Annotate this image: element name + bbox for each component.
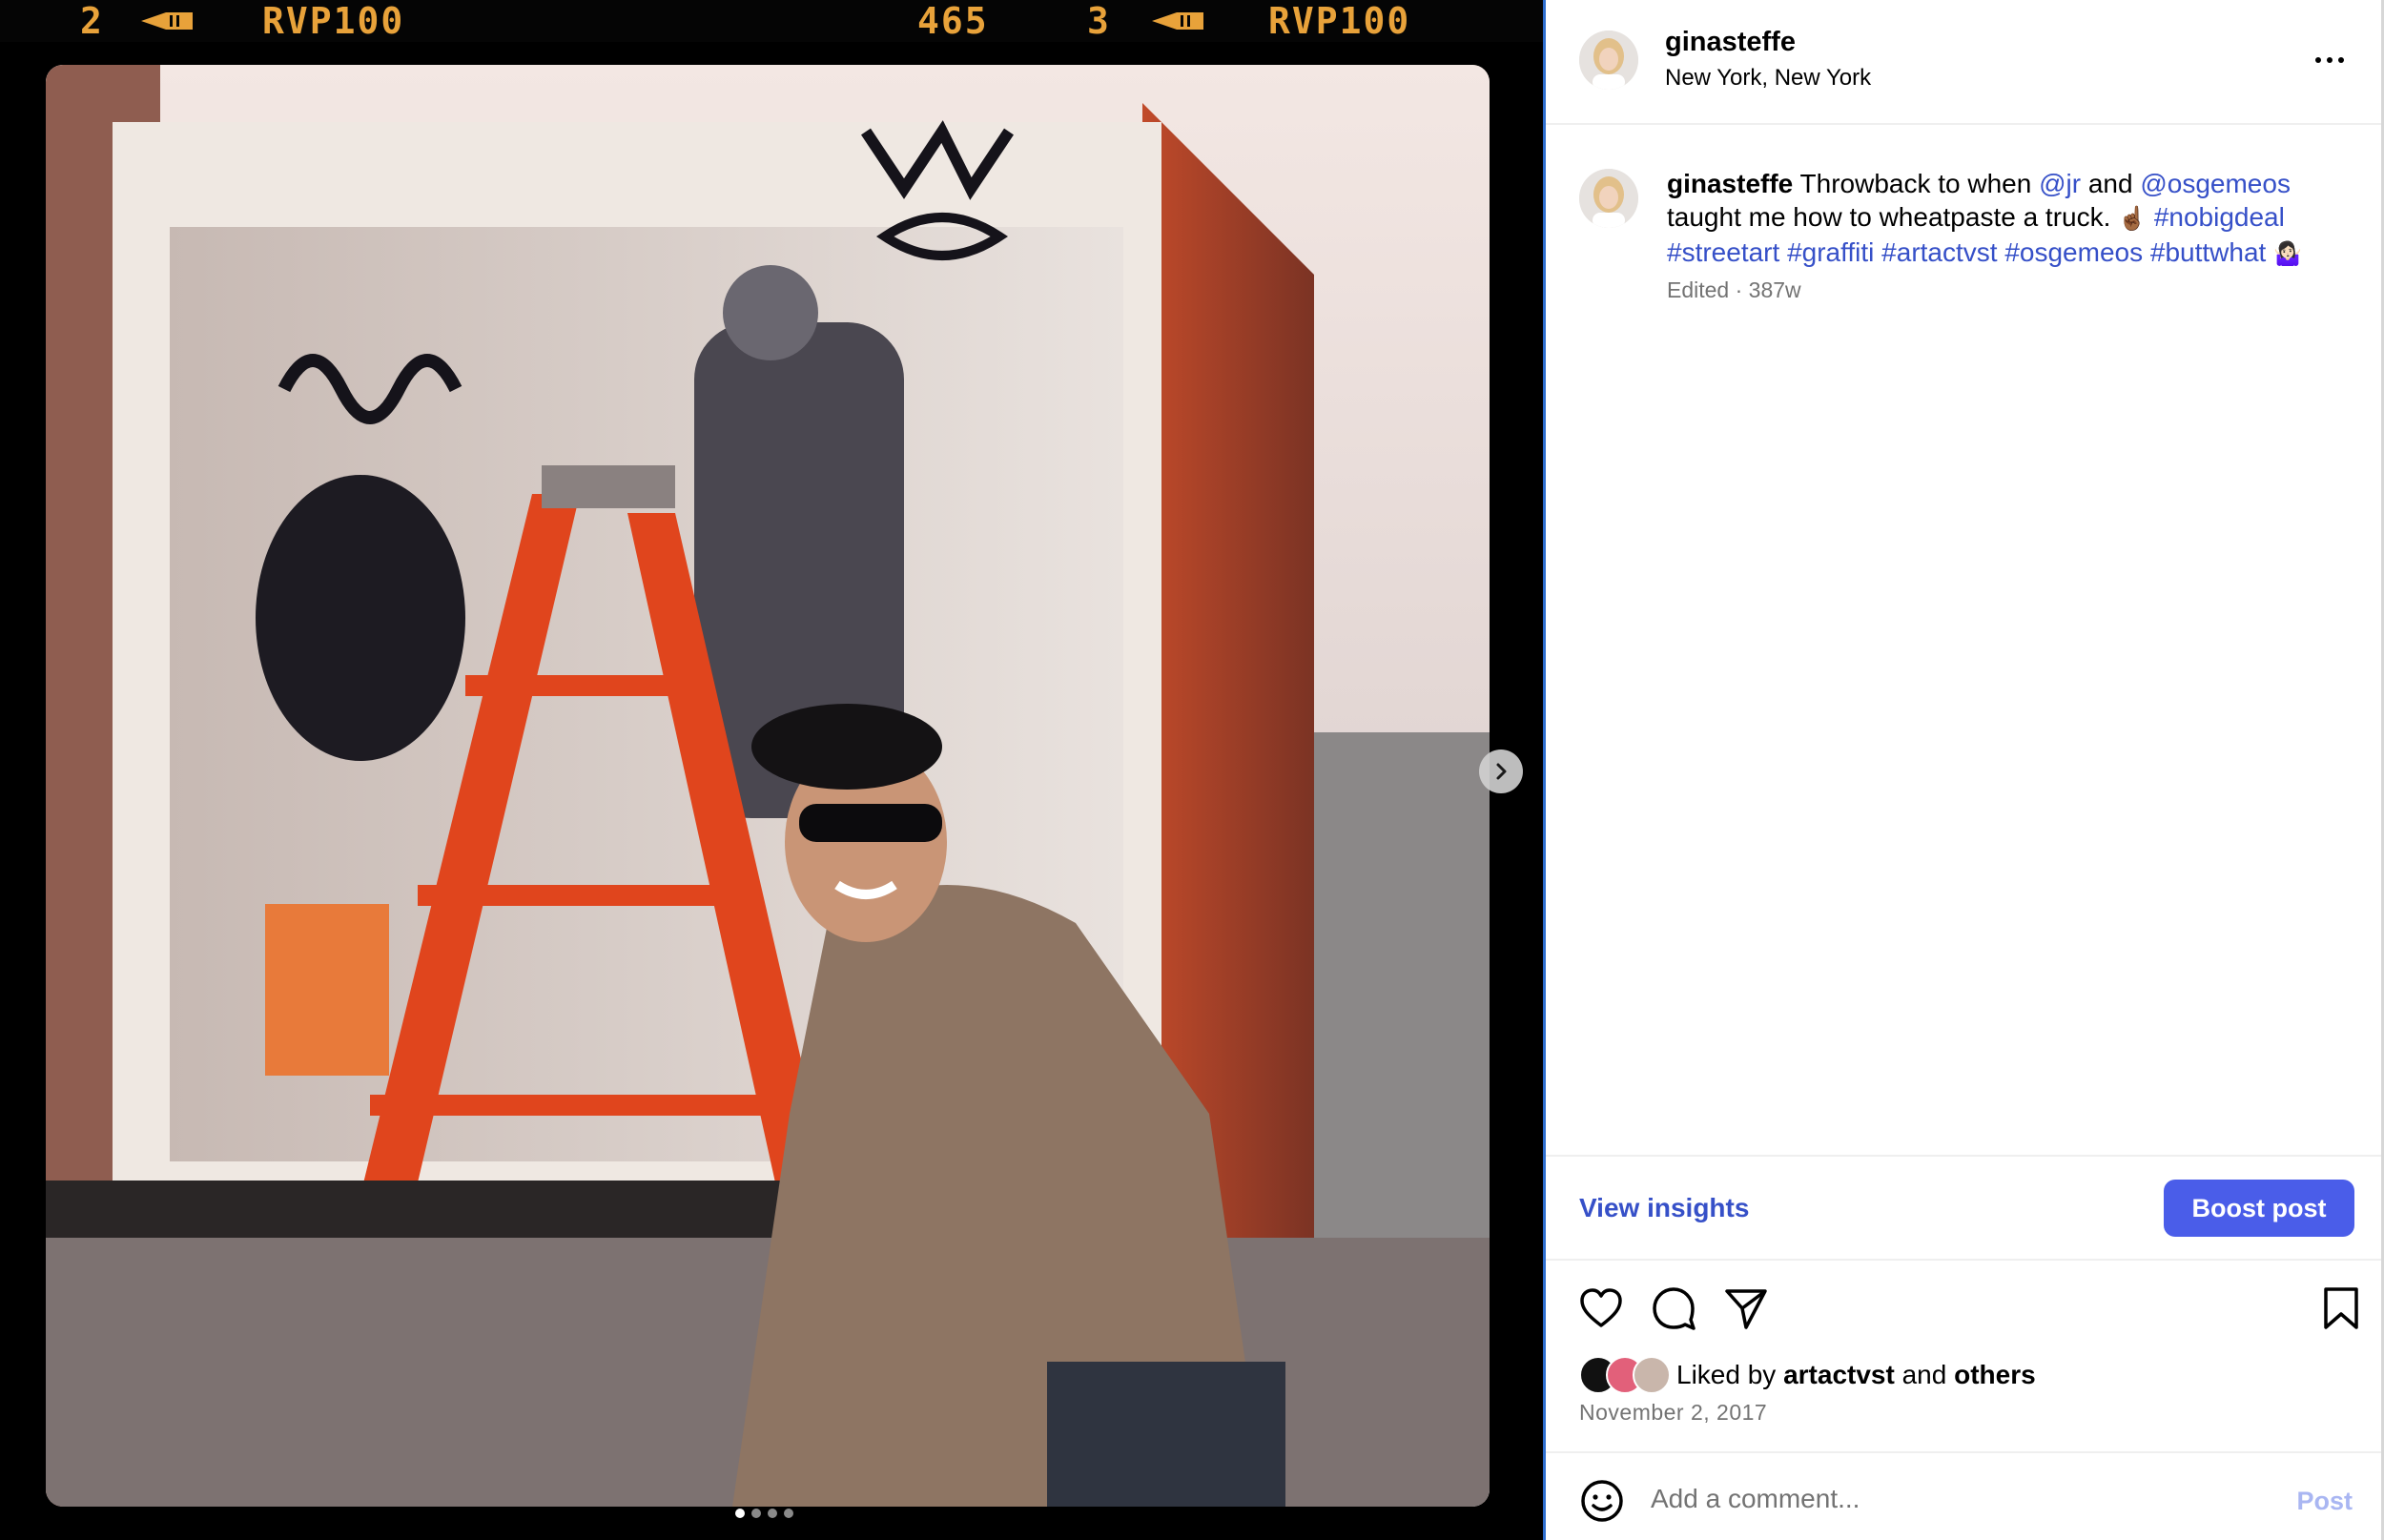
heart-icon[interactable] — [1576, 1283, 1626, 1333]
shrug-emoji: 🤷🏻‍♀️ — [2273, 240, 2302, 267]
liker-avatar — [1633, 1356, 1671, 1394]
film-arrow-icon — [1152, 12, 1203, 30]
emoji-icon[interactable] — [1579, 1478, 1625, 1524]
carousel-dot — [751, 1509, 761, 1518]
carousel-dot — [768, 1509, 777, 1518]
mention-link[interactable]: @jr — [2039, 169, 2081, 198]
view-insights-link[interactable]: View insights — [1579, 1193, 1749, 1223]
more-options-button[interactable] — [2307, 46, 2353, 74]
liked-by-user[interactable]: artactvst — [1783, 1360, 1895, 1389]
film-strip: 2 RVP100 465 3 RVP100 — [0, 0, 1543, 42]
liked-by-others[interactable]: others — [1954, 1360, 2036, 1389]
caption-username[interactable]: ginasteffe — [1667, 169, 1793, 198]
film-frame-number-left: 2 — [80, 0, 104, 42]
hashtag-link[interactable]: #osgemeos — [2004, 237, 2143, 267]
insights-bar: View insights Boost post — [1546, 1155, 2381, 1261]
hashtag-link[interactable]: #streetart — [1667, 237, 1779, 267]
caption-text: and — [2081, 169, 2141, 198]
boost-post-button[interactable]: Boost post — [2164, 1180, 2354, 1237]
chevron-right-icon — [1496, 763, 1507, 780]
hashtag-link[interactable]: #artactvst — [1881, 237, 1997, 267]
post-header: ginasteffe New York, New York — [1546, 0, 2381, 125]
carousel-dot-active — [735, 1509, 745, 1518]
avatar-image — [1579, 31, 1638, 90]
film-arrow-icon — [141, 12, 193, 30]
instagram-post-modal: 2 RVP100 465 3 RVP100 ginasteffe New Yor… — [0, 0, 2384, 1540]
hashtag-link[interactable]: #buttwhat — [2150, 237, 2266, 267]
share-icon[interactable] — [1721, 1283, 1771, 1333]
caption-meta: Edited · 387w — [1667, 277, 1801, 302]
caption-text: taught me how to wheatpaste a truck. — [1667, 202, 2119, 232]
post-media: 2 RVP100 465 3 RVP100 — [0, 0, 1543, 1540]
more-horizontal-icon — [2327, 57, 2333, 63]
caption-text: Throwback to when — [1793, 169, 2040, 198]
header-location[interactable]: New York, New York — [1665, 65, 1871, 92]
film-frame-number-right: 3 — [1087, 0, 1111, 42]
film-code-left: RVP100 — [262, 0, 405, 42]
post-actions: Liked by artactvst and others November 2… — [1546, 1261, 2381, 1451]
post-date[interactable]: November 2, 2017 — [1579, 1400, 1767, 1426]
liked-by-text: Liked by artactvst and others — [1676, 1360, 2036, 1390]
comment-bar: Post — [1546, 1451, 2381, 1540]
more-horizontal-icon — [2338, 57, 2344, 63]
more-horizontal-icon — [2315, 57, 2321, 63]
post-photo[interactable] — [46, 65, 1490, 1507]
hashtag-link[interactable]: #nobigdeal — [2154, 202, 2285, 232]
liked-by-prefix: Liked by — [1676, 1360, 1784, 1389]
post-details-panel: ginasteffe New York, New York ginasteffe… — [1543, 0, 2384, 1540]
film-code-right: RVP100 — [1268, 0, 1411, 42]
profile-avatar[interactable] — [1579, 31, 1638, 90]
hashtag-link[interactable]: #graffiti — [1787, 237, 1874, 267]
next-photo-button[interactable] — [1479, 749, 1523, 793]
bookmark-icon[interactable] — [2316, 1283, 2366, 1333]
liked-by-avatars[interactable] — [1579, 1356, 1675, 1396]
caption-avatar[interactable] — [1579, 169, 1638, 228]
comment-icon[interactable] — [1649, 1283, 1698, 1333]
comment-input[interactable] — [1651, 1474, 2223, 1524]
pointing-up-emoji: ☝🏾 — [2118, 205, 2148, 232]
photo-illustration — [46, 65, 1490, 1507]
film-number-center: 465 — [917, 0, 989, 42]
post-caption: ginasteffe Throwback to when @jr and @os… — [1667, 167, 2353, 271]
caption-section: ginasteffe Throwback to when @jr and @os… — [1546, 125, 2381, 1155]
post-comment-button[interactable]: Post — [2296, 1487, 2353, 1516]
carousel-dot — [784, 1509, 793, 1518]
carousel-indicator — [735, 1509, 793, 1518]
avatar-image — [1579, 169, 1638, 228]
header-username[interactable]: ginasteffe — [1665, 27, 1796, 58]
liked-by-middle: and — [1894, 1360, 1955, 1389]
mention-link[interactable]: @osgemeos — [2140, 169, 2291, 198]
